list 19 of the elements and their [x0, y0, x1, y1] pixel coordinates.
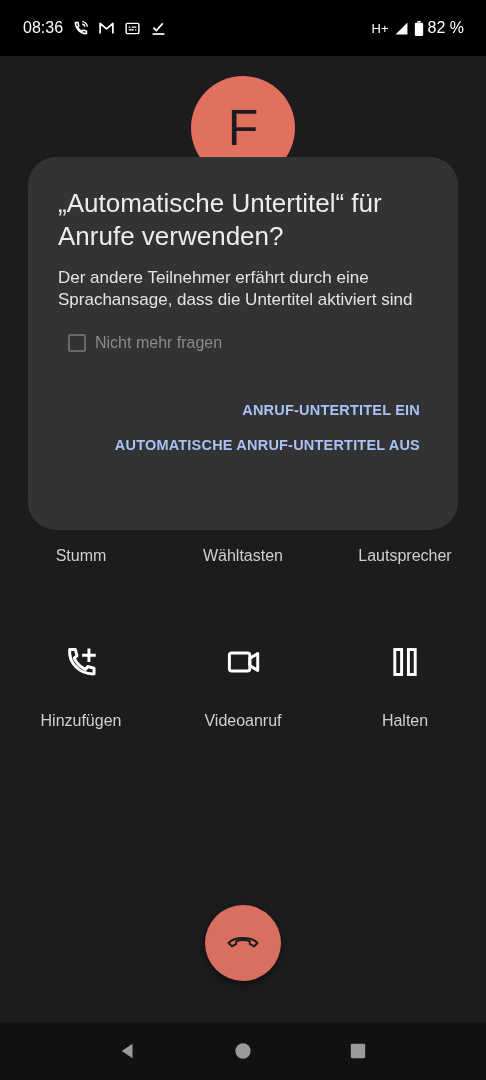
checkbox[interactable] [68, 334, 86, 352]
call-action-label[interactable]: Halten [381, 712, 429, 730]
battery-percentage: 82 % [427, 19, 464, 37]
phone-call-icon [72, 19, 90, 37]
clock: 08:36 [23, 19, 64, 37]
dialog-title: „Automatische Untertitel“ für Anrufe verwenden? [58, 187, 383, 253]
checkbox-label[interactable]: Nicht mehr fragen [95, 334, 223, 352]
recents-icon[interactable] [349, 1042, 368, 1060]
home-icon[interactable] [234, 1042, 252, 1060]
dialog-button[interactable]: ANRUF-UNTERTITEL EIN [242, 402, 420, 418]
network-type: H+ [371, 20, 389, 36]
call-action-label[interactable]: Stumm [55, 547, 107, 565]
call-action-label[interactable]: Lautsprecher [358, 547, 452, 565]
battery-icon [413, 19, 424, 37]
dialog-message: Der andere Teilnehmer erfährt durch eine Sprachansage, dass die Untertitel aktiviert sind [58, 267, 413, 311]
call-action-label[interactable]: Videoanruf [204, 712, 282, 730]
call-action-label[interactable]: Wähltasten [202, 547, 283, 565]
call-action-label[interactable]: Hinzufügen [40, 712, 122, 730]
dialog-button[interactable]: AUTOMATISCHE ANRUF-UNTERTITEL AUS [114, 437, 420, 453]
